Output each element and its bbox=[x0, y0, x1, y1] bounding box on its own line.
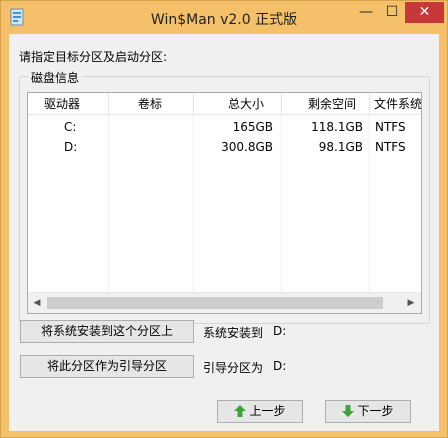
column-header-filesystem[interactable]: 文件系统 bbox=[374, 93, 421, 115]
header-divider[interactable] bbox=[369, 93, 370, 115]
cell-filesystem: NTFS bbox=[375, 140, 406, 154]
next-button-label: 下一步 bbox=[357, 404, 394, 418]
title-bar[interactable]: Win$Man v2.0 正式版 — ☐ ✕ bbox=[1, 1, 447, 34]
client-area: 请指定目标分区及启动分区: 磁盘信息 驱动器 卷标 总大小 剩余空间 文件系统 … bbox=[9, 34, 439, 431]
cell-filesystem: NTFS bbox=[375, 120, 406, 134]
boot-partition-value: D: bbox=[273, 359, 287, 373]
install-target-label: 系统安装到 bbox=[203, 326, 264, 340]
cell-total: 300.8GB bbox=[221, 140, 273, 154]
app-window: Win$Man v2.0 正式版 — ☐ ✕ 请指定目标分区及启动分区: 磁盘信… bbox=[0, 0, 448, 438]
maximize-button[interactable]: ☐ bbox=[379, 2, 405, 23]
install-to-partition-button[interactable]: 将系统安装到这个分区上 bbox=[20, 320, 194, 343]
cell-drive: D: bbox=[64, 140, 78, 154]
partition-list[interactable]: 驱动器 卷标 总大小 剩余空间 文件系统 C: 165GB 118.1GB NT… bbox=[27, 92, 422, 314]
header-divider[interactable] bbox=[108, 93, 109, 115]
next-button[interactable]: 下一步 bbox=[325, 400, 411, 423]
scroll-left-icon[interactable]: ◀ bbox=[31, 297, 43, 309]
scroll-right-icon[interactable]: ▶ bbox=[405, 297, 417, 309]
header-divider[interactable] bbox=[281, 93, 282, 115]
green-down-arrow-icon bbox=[342, 405, 355, 417]
cell-total: 165GB bbox=[232, 120, 273, 134]
table-row[interactable]: C: 165GB 118.1GB NTFS bbox=[28, 117, 421, 137]
previous-button[interactable]: 上一步 bbox=[217, 400, 303, 423]
cell-free: 98.1GB bbox=[318, 140, 363, 154]
green-up-arrow-icon bbox=[234, 405, 247, 417]
scrollbar-thumb[interactable] bbox=[47, 297, 383, 309]
header-divider[interactable] bbox=[193, 93, 194, 115]
previous-button-label: 上一步 bbox=[249, 404, 286, 418]
minimize-button[interactable]: — bbox=[353, 2, 379, 23]
boot-partition-label: 引导分区为 bbox=[203, 361, 264, 375]
instruction-text: 请指定目标分区及启动分区: bbox=[19, 50, 168, 64]
column-header-label[interactable]: 卷标 bbox=[138, 93, 178, 115]
cell-drive: C: bbox=[64, 120, 77, 134]
list-header: 驱动器 卷标 总大小 剩余空间 文件系统 bbox=[28, 93, 421, 115]
group-caption: 磁盘信息 bbox=[28, 69, 83, 86]
cell-free: 118.1GB bbox=[311, 120, 363, 134]
column-header-total[interactable]: 总大小 bbox=[228, 93, 288, 115]
column-header-free[interactable]: 剩余空间 bbox=[308, 93, 368, 115]
install-target-value: D: bbox=[273, 324, 287, 338]
table-row[interactable]: D: 300.8GB 98.1GB NTFS bbox=[28, 137, 421, 157]
set-boot-partition-button[interactable]: 将此分区作为引导分区 bbox=[20, 355, 194, 378]
column-header-drive[interactable]: 驱动器 bbox=[44, 93, 104, 115]
close-button[interactable]: ✕ bbox=[405, 2, 444, 23]
horizontal-scrollbar[interactable]: ◀ ▶ bbox=[28, 292, 421, 313]
